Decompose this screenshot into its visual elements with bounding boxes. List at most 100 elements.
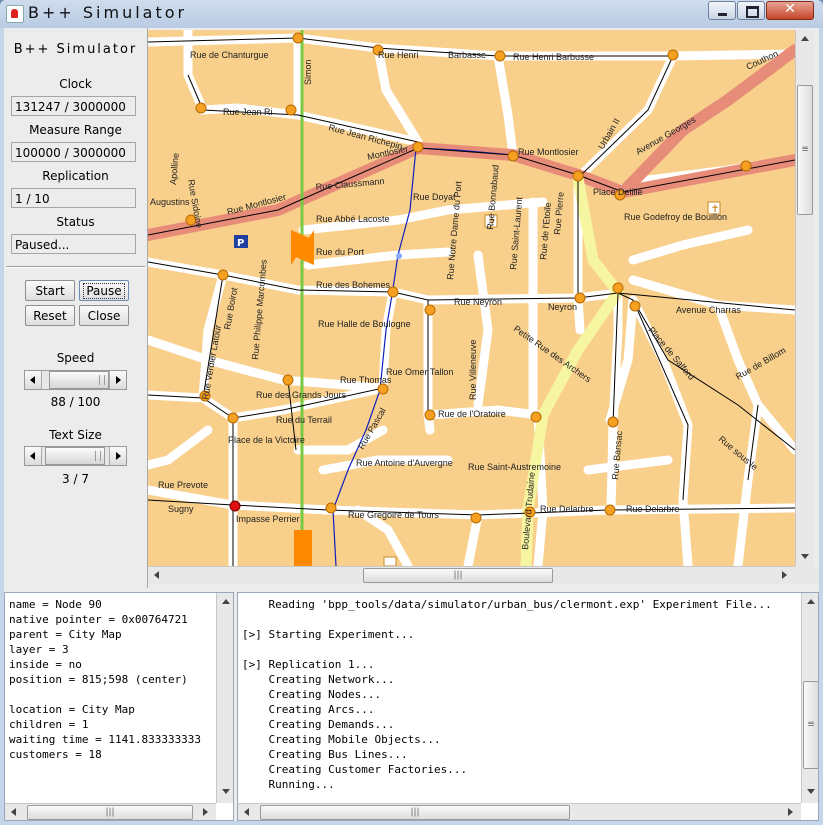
church-icon-3 [383, 556, 397, 566]
city-map-svg[interactable]: ✝ ✝ P Rue de Chanturgue Rue Henri Barbas… [148, 30, 795, 566]
inspector-horizontal-thumb[interactable]: ||| [27, 805, 193, 820]
clock-field: 131247 / 3000000 [11, 96, 136, 116]
speed-value: 88 / 100 [50, 395, 101, 409]
map-label-godefroy: Rue Godefroy de Bouillon [624, 212, 727, 222]
measure-range-field: 100000 / 3000000 [11, 142, 136, 162]
map-label-jean-richepin-1: Rue Jean Ri [223, 107, 273, 117]
console-scroll-down-icon[interactable] [807, 789, 815, 794]
text-size-slider[interactable] [24, 446, 127, 466]
speed-decrease-arrow-icon[interactable] [25, 371, 42, 389]
map-label-du-port: Rue du Port [316, 247, 365, 257]
map-label-montlosier-3: Rue Montlosier [518, 147, 579, 157]
scroll-corner [795, 566, 819, 584]
scroll-left-icon[interactable] [154, 571, 159, 579]
map-label-abbe-lacoste: Rue Abbé Lacoste [316, 214, 390, 224]
map-label-impasse-perrier: Impasse Perrier [236, 514, 300, 524]
clock-label: Clock [59, 77, 92, 91]
map-label-halle-boulogne: Rue Halle de Boulogne [318, 319, 411, 329]
map-horizontal-scroll-thumb[interactable]: ||| [363, 568, 553, 583]
map-label-henri: Rue Henri [378, 50, 419, 60]
close-button[interactable]: Close [79, 305, 129, 326]
map-label-neyron-2: Neyron [548, 302, 577, 312]
reset-button[interactable]: Reset [25, 305, 75, 326]
client-area: B++ Simulator Clock 131247 / 3000000 Mea… [4, 28, 819, 821]
map-vertical-scroll-thumb[interactable]: ≡ [797, 85, 813, 215]
console-horizontal-scrollbar[interactable]: ||| [238, 803, 801, 820]
map-label-thomas: Rue Thomas [340, 375, 392, 385]
panel-divider [6, 266, 145, 268]
start-button-label: Start [35, 284, 65, 298]
map-label-omer-tallon: Rue Omer Tallon [386, 367, 453, 377]
start-button[interactable]: Start [25, 280, 75, 301]
map-label-delarbre: Rue Delarbre [540, 504, 594, 514]
map-view[interactable]: ✝ ✝ P Rue de Chanturgue Rue Henri Barbas… [148, 28, 819, 588]
inspector-scroll-right-icon[interactable] [203, 808, 208, 816]
console-scroll-up-icon[interactable] [807, 599, 815, 604]
status-field: Paused... [11, 234, 136, 254]
map-label-saint-austremoine: Rue Saint-Austremoine [468, 462, 561, 472]
close-window-button[interactable]: ✕ [766, 1, 814, 20]
pause-button-label: Pause [83, 283, 125, 299]
bottom-panels: name = Node 90 native pointer = 0x007647… [4, 592, 819, 821]
map-label-gregoire-tours: Rue Gregoire de Tours [348, 510, 439, 520]
console-pane[interactable]: Reading 'bpp_tools/data/simulator/urban_… [237, 592, 819, 821]
inspector-pane[interactable]: name = Node 90 native pointer = 0x007647… [4, 592, 234, 821]
inspector-horizontal-scrollbar[interactable]: ||| [5, 803, 216, 820]
map-label-terrail: Rue du Terrail [276, 415, 332, 425]
city-map-canvas[interactable]: ✝ ✝ P Rue de Chanturgue Rue Henri Barbas… [148, 30, 795, 566]
selected-node-90[interactable] [229, 500, 241, 512]
svg-text:P: P [237, 238, 244, 249]
console-vertical-thumb[interactable]: ≡ [803, 681, 818, 769]
map-label-grands-jours: Rue des Grands Jours [256, 390, 347, 400]
map-label-chanturgue: Rue de Chanturgue [190, 50, 269, 60]
scroll-right-icon[interactable] [782, 571, 787, 579]
map-label-bohemes: Rue des Bohemes [316, 280, 391, 290]
replication-field: 1 / 10 [11, 188, 136, 208]
console-scroll-left-icon[interactable] [244, 808, 249, 816]
inspector-scroll-up-icon[interactable] [222, 599, 230, 604]
console-vertical-scrollbar[interactable]: ≡ [801, 593, 818, 803]
inspector-vertical-scrollbar[interactable] [216, 593, 233, 803]
replication-label: Replication [42, 169, 109, 183]
text-size-slider-thumb[interactable] [45, 447, 105, 465]
control-panel: B++ Simulator Clock 131247 / 3000000 Mea… [4, 28, 148, 588]
map-label-villeneuve: Rue Villeneuve [468, 340, 478, 400]
speed-slider-thumb[interactable] [49, 371, 109, 389]
map-label-henri-barbusse: Rue Henri Barbusse [513, 52, 594, 62]
measure-range-label: Measure Range [29, 123, 122, 137]
map-label-delarbre-2: Rue Delarbre [626, 504, 680, 514]
map-horizontal-scrollbar[interactable]: ||| [148, 566, 795, 584]
scroll-up-icon[interactable] [801, 36, 809, 41]
map-label-charras: Avenue Charras [676, 305, 741, 315]
java-app-icon [6, 5, 24, 23]
application-window: B++ Simulator ✕ B++ Simulator Clock 1312… [0, 0, 823, 825]
text-size-decrease-arrow-icon[interactable] [25, 447, 42, 465]
scroll-down-icon[interactable] [801, 554, 809, 559]
map-label-simon: Simon [303, 59, 313, 85]
console-text: Reading 'bpp_tools/data/simulator/urban_… [242, 598, 772, 791]
reset-button-label: Reset [33, 309, 67, 323]
pause-button[interactable]: Pause [79, 280, 129, 301]
status-label: Status [56, 215, 95, 229]
speed-slider[interactable] [24, 370, 127, 390]
map-label-place-delille: Place Delille [593, 187, 643, 197]
map-label-antoine-auvergne: Rue Antoine d'Auvergne [356, 458, 453, 468]
inspector-text: name = Node 90 native pointer = 0x007647… [9, 598, 202, 761]
map-label-oratoire: Rue de l'Oratoire [438, 409, 506, 419]
minimize-button[interactable] [708, 1, 736, 20]
console-scroll-right-icon[interactable] [788, 808, 793, 816]
inspector-scroll-left-icon[interactable] [11, 808, 16, 816]
map-label-prevote: Rue Prevote [158, 480, 208, 490]
close-icon: ✕ [784, 1, 796, 17]
panel-title: B++ Simulator [13, 42, 138, 57]
console-horizontal-thumb[interactable]: ||| [260, 805, 570, 820]
inspector-scroll-down-icon[interactable] [222, 789, 230, 794]
map-vertical-scrollbar[interactable]: ≡ [795, 30, 814, 566]
bus-stop-icon [396, 253, 402, 259]
window-title: B++ Simulator [28, 3, 188, 22]
text-size-increase-arrow-icon[interactable] [109, 447, 126, 465]
map-label-augustins: Augustins [150, 197, 190, 207]
speed-increase-arrow-icon[interactable] [109, 371, 126, 389]
maximize-button[interactable] [737, 1, 765, 20]
title-bar[interactable]: B++ Simulator ✕ [0, 0, 823, 28]
